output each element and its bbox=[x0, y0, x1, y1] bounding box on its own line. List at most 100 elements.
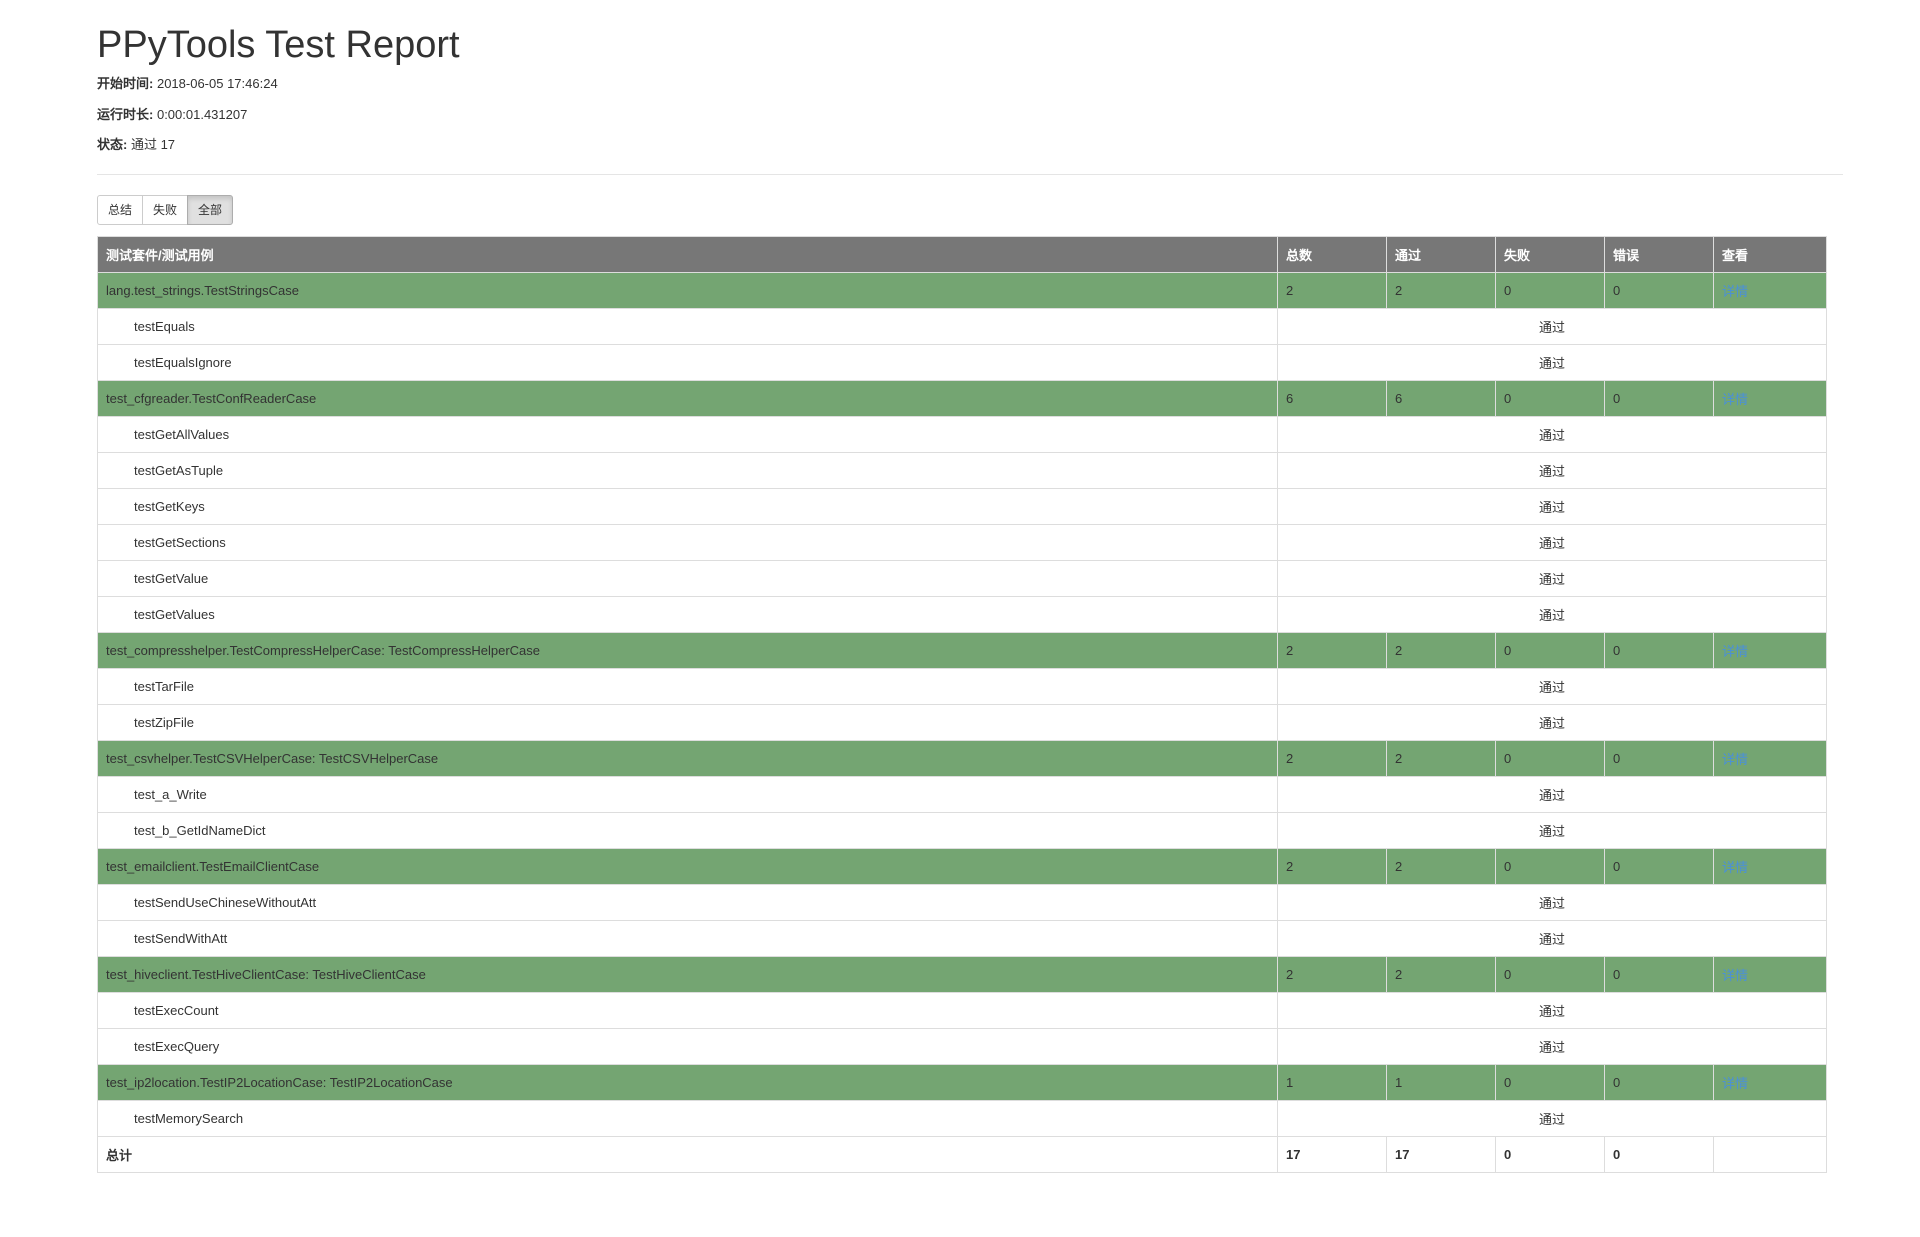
suite-total: 6 bbox=[1277, 380, 1387, 417]
suite-row: test_emailclient.TestEmailClientCase 2 2 0 0… bbox=[97, 848, 1827, 885]
case-status: 通过 bbox=[1277, 560, 1827, 597]
status: 状态: 通过 17 bbox=[97, 136, 175, 154]
case-row: testGetValue 通过 bbox=[97, 560, 1827, 597]
suite-detail-link[interactable]: 详情 bbox=[1713, 956, 1827, 993]
case-name: testSendUseChineseWithoutAtt bbox=[97, 884, 1278, 921]
header-pass: 通过 bbox=[1386, 236, 1496, 273]
case-status: 通过 bbox=[1277, 1028, 1827, 1065]
suite-total: 2 bbox=[1277, 956, 1387, 993]
suite-pass: 2 bbox=[1386, 956, 1496, 993]
case-name: testZipFile bbox=[97, 704, 1278, 741]
header-error: 错误 bbox=[1604, 236, 1714, 273]
case-status: 通过 bbox=[1277, 488, 1827, 525]
case-name: testGetValue bbox=[97, 560, 1278, 597]
case-name: testEquals bbox=[97, 308, 1278, 345]
total-view-empty bbox=[1713, 1136, 1827, 1173]
case-status: 通过 bbox=[1277, 596, 1827, 633]
suite-error: 0 bbox=[1604, 272, 1714, 309]
failed-filter-button[interactable]: 失败 bbox=[142, 195, 189, 225]
suite-error: 0 bbox=[1604, 740, 1714, 777]
case-name: testSendWithAtt bbox=[97, 920, 1278, 957]
case-status: 通过 bbox=[1277, 452, 1827, 489]
case-row: testGetSections 通过 bbox=[97, 524, 1827, 561]
suite-fail: 0 bbox=[1495, 1064, 1605, 1101]
case-row: testSendUseChineseWithoutAtt 通过 bbox=[97, 884, 1827, 921]
case-row: testEqualsIgnore 通过 bbox=[97, 344, 1827, 381]
case-name: testGetAsTuple bbox=[97, 452, 1278, 489]
suite-name: test_compresshelper.TestCompressHelperCa… bbox=[97, 632, 1278, 669]
case-row: testEquals 通过 bbox=[97, 308, 1827, 345]
page-title: PPyTools Test Report bbox=[97, 24, 460, 66]
suite-row: test_csvhelper.TestCSVHelperCase: TestCS… bbox=[97, 740, 1827, 777]
suite-name: lang.test_strings.TestStringsCase bbox=[97, 272, 1278, 309]
total-fail: 0 bbox=[1495, 1136, 1605, 1173]
suite-pass: 2 bbox=[1386, 272, 1496, 309]
table-header-row: 测试套件/测试用例 总数 通过 失败 错误 查看 bbox=[97, 236, 1827, 273]
suite-row: test_hiveclient.TestHiveClientCase: Test… bbox=[97, 956, 1827, 993]
suite-detail-link[interactable]: 详情 bbox=[1713, 1064, 1827, 1101]
summary-filter-button[interactable]: 总结 bbox=[97, 195, 144, 225]
case-status: 通过 bbox=[1277, 1100, 1827, 1137]
header-total: 总数 bbox=[1277, 236, 1387, 273]
case-status: 通过 bbox=[1277, 308, 1827, 345]
case-status: 通过 bbox=[1277, 704, 1827, 741]
duration-label: 运行时长: bbox=[97, 107, 154, 122]
case-row: test_b_GetIdNameDict 通过 bbox=[97, 812, 1827, 849]
case-name: test_b_GetIdNameDict bbox=[97, 812, 1278, 849]
case-name: testGetAllValues bbox=[97, 416, 1278, 453]
suite-detail-link[interactable]: 详情 bbox=[1713, 848, 1827, 885]
suite-name: test_ip2location.TestIP2LocationCase: Te… bbox=[97, 1064, 1278, 1101]
suite-error: 0 bbox=[1604, 380, 1714, 417]
suite-total: 1 bbox=[1277, 1064, 1387, 1101]
suite-error: 0 bbox=[1604, 848, 1714, 885]
duration: 运行时长: 0:00:01.431207 bbox=[97, 106, 247, 124]
suite-name: test_cfgreader.TestConfReaderCase bbox=[97, 380, 1278, 417]
duration-value: 0:00:01.431207 bbox=[156, 107, 248, 122]
result-table: 测试套件/测试用例 总数 通过 失败 错误 查看 lang.test_strin… bbox=[97, 236, 1827, 1173]
divider bbox=[97, 174, 1843, 175]
suite-pass: 1 bbox=[1386, 1064, 1496, 1101]
suite-detail-link[interactable]: 详情 bbox=[1713, 380, 1827, 417]
suite-pass: 2 bbox=[1386, 632, 1496, 669]
header-suite-case: 测试套件/测试用例 bbox=[97, 236, 1278, 273]
suite-fail: 0 bbox=[1495, 956, 1605, 993]
case-name: testEqualsIgnore bbox=[97, 344, 1278, 381]
header-view: 查看 bbox=[1713, 236, 1827, 273]
status-label: 状态: bbox=[97, 137, 128, 152]
case-row: testGetAsTuple 通过 bbox=[97, 452, 1827, 489]
case-name: testMemorySearch bbox=[97, 1100, 1278, 1137]
total-row: 总计 17 17 0 0 bbox=[97, 1136, 1827, 1173]
suite-total: 2 bbox=[1277, 632, 1387, 669]
all-filter-button[interactable]: 全部 bbox=[187, 195, 234, 225]
table-body: lang.test_strings.TestStringsCase 2 2 0 0 详情 t… bbox=[97, 272, 1827, 1137]
case-name: testGetKeys bbox=[97, 488, 1278, 525]
suite-pass: 2 bbox=[1386, 740, 1496, 777]
case-status: 通过 bbox=[1277, 812, 1827, 849]
case-row: testExecCount 通过 bbox=[97, 992, 1827, 1029]
suite-row: test_compresshelper.TestCompressHelperCa… bbox=[97, 632, 1827, 669]
case-status: 通过 bbox=[1277, 344, 1827, 381]
total-pass: 17 bbox=[1386, 1136, 1496, 1173]
case-status: 通过 bbox=[1277, 668, 1827, 705]
case-row: testSendWithAtt 通过 bbox=[97, 920, 1827, 957]
start-time: 开始时间: 2018-06-05 17:46:24 bbox=[97, 75, 278, 93]
case-row: testGetAllValues 通过 bbox=[97, 416, 1827, 453]
suite-detail-link[interactable]: 详情 bbox=[1713, 740, 1827, 777]
suite-total: 2 bbox=[1277, 848, 1387, 885]
case-row: testMemorySearch 通过 bbox=[97, 1100, 1827, 1137]
suite-error: 0 bbox=[1604, 1064, 1714, 1101]
suite-error: 0 bbox=[1604, 632, 1714, 669]
suite-detail-link[interactable]: 详情 bbox=[1713, 632, 1827, 669]
case-name: testGetSections bbox=[97, 524, 1278, 561]
case-status: 通过 bbox=[1277, 776, 1827, 813]
case-name: test_a_Write bbox=[97, 776, 1278, 813]
case-row: testGetKeys 通过 bbox=[97, 488, 1827, 525]
case-status: 通过 bbox=[1277, 920, 1827, 957]
total-label: 总计 bbox=[97, 1136, 1278, 1173]
suite-fail: 0 bbox=[1495, 380, 1605, 417]
case-row: test_a_Write 通过 bbox=[97, 776, 1827, 813]
suite-detail-link[interactable]: 详情 bbox=[1713, 272, 1827, 309]
suite-row: lang.test_strings.TestStringsCase 2 2 0 0 详情 bbox=[97, 272, 1827, 309]
suite-error: 0 bbox=[1604, 956, 1714, 993]
suite-pass: 6 bbox=[1386, 380, 1496, 417]
